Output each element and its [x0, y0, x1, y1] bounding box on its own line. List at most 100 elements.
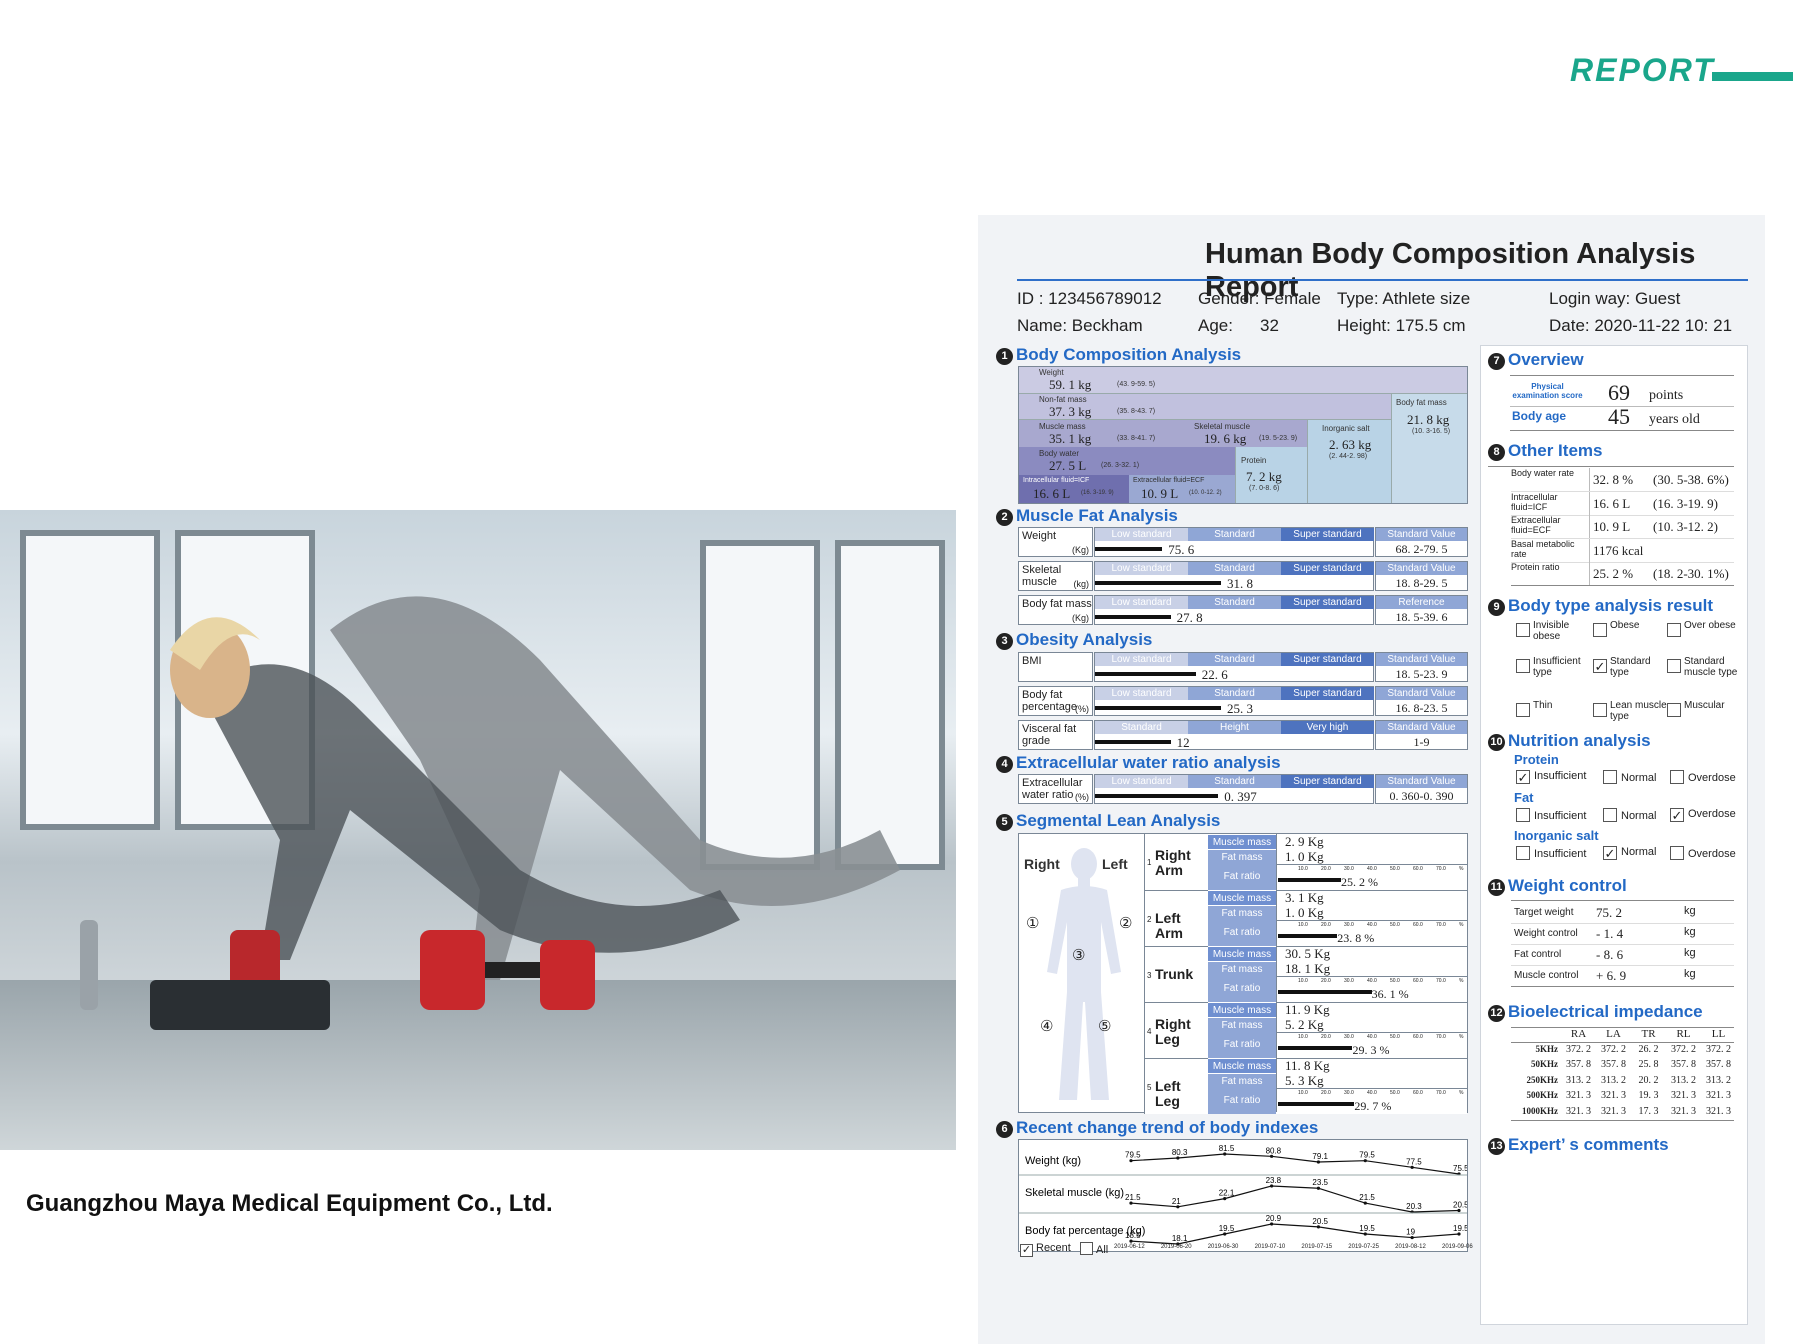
nutrition-option-label: Normal	[1621, 772, 1657, 784]
nutrition-option[interactable]: Normal	[1603, 770, 1656, 784]
nutrition-checkbox[interactable]	[1670, 846, 1684, 860]
trend-data-label: 18.1	[1172, 1234, 1188, 1243]
company-name: Guangzhou Maya Medical Equipment Co., Lt…	[26, 1190, 553, 1217]
body-type-checkbox[interactable]	[1667, 623, 1681, 637]
other-item-rule	[1511, 585, 1734, 586]
other-item-value: 1176 kcal	[1593, 542, 1644, 558]
gauge-zone-header: Super standard	[1281, 596, 1374, 609]
nutrition-option[interactable]: ✓ Normal	[1603, 846, 1656, 860]
trend-date-tick: 2019-06-12	[1114, 1244, 1145, 1250]
section-title-text: Segmental Lean Analysis	[1016, 811, 1221, 830]
nutrition-checkbox[interactable]	[1670, 770, 1684, 784]
patient-height: Height: 175.5 cm	[1337, 316, 1466, 335]
nutrition-checkbox[interactable]: ✓	[1603, 846, 1617, 860]
impedance-col-header: LL	[1711, 1028, 1726, 1040]
impedance-frequency: 500KHz	[1526, 1090, 1559, 1101]
body-type-checkbox[interactable]	[1516, 703, 1530, 717]
body-type-checkbox[interactable]	[1516, 623, 1530, 637]
segment-marker-2: ②	[1119, 915, 1133, 932]
body-type-checkbox[interactable]	[1593, 623, 1607, 637]
section-expert-title: 13 Expert’ s comments	[1488, 1135, 1669, 1155]
nutrition-checkbox[interactable]	[1603, 770, 1617, 784]
body-silhouette-icon	[1047, 848, 1121, 1100]
standard-value-header: Standard Value	[1376, 687, 1467, 700]
weight-control-value: - 8. 6	[1596, 947, 1624, 962]
impedance-cell: 20. 2	[1638, 1074, 1659, 1086]
ratio-tick: %	[1459, 922, 1464, 928]
nutrition-option[interactable]: Insufficient	[1516, 808, 1586, 822]
segment-key: Fat mass	[1208, 849, 1276, 864]
segmental-box: Right Left ① ② ③ ④ ⑤ 1 Right Arm Muscle ma…	[1018, 833, 1468, 1114]
trend-date-tick: 2019-07-10	[1254, 1244, 1286, 1250]
nutrition-option[interactable]: Normal	[1603, 808, 1656, 822]
segment-key: Muscle mass	[1208, 946, 1276, 961]
body-type-checkbox[interactable]: ✓	[1593, 659, 1607, 673]
body-age-unit: years old	[1649, 412, 1700, 427]
impedance-cell: 321. 3	[1601, 1090, 1626, 1102]
trend-data-label: 23.8	[1266, 1176, 1282, 1185]
trend-all-toggle[interactable]: All	[1080, 1242, 1108, 1256]
trend-date-tick: 2019-06-20	[1160, 1244, 1192, 1250]
nutrition-option[interactable]: Overdose	[1670, 770, 1736, 784]
segment-number: 1	[1147, 858, 1152, 867]
trend-data-label: 77.5	[1406, 1157, 1422, 1166]
water-range: (26. 3-32. 1)	[1101, 462, 1140, 469]
segment-number: 2	[1147, 915, 1152, 924]
report-date: Date: 2020-11-22 10: 21	[1549, 316, 1733, 335]
nutrition-checkbox[interactable]: ✓	[1516, 770, 1530, 784]
nutrition-checkbox[interactable]	[1516, 846, 1530, 860]
all-label: All	[1096, 1244, 1109, 1256]
ratio-tick: 60.0	[1413, 978, 1423, 984]
nutrition-checkbox[interactable]	[1603, 808, 1617, 822]
section-muscle-fat-title: 2 Muscle Fat Analysis	[996, 506, 1178, 526]
other-item-divider	[1589, 468, 1590, 491]
section-trend-title: 6 Recent change trend of body indexes	[996, 1118, 1318, 1138]
other-item-value: 16. 6 L	[1593, 495, 1631, 511]
trend-series-label: Weight (kg)	[1025, 1155, 1081, 1167]
segment-ratio-bar	[1278, 934, 1338, 938]
body-type-checkbox[interactable]	[1667, 703, 1681, 717]
weight-control-unit: kg	[1684, 968, 1696, 980]
other-item-label: Body water rate	[1511, 468, 1575, 478]
nutrition-option[interactable]: ✓ Insufficient	[1516, 770, 1586, 784]
section-number-badge: 12	[1488, 1005, 1505, 1022]
standard-value-cell: Standard Value 18. 8-29. 5	[1375, 561, 1468, 591]
body-type-checkbox[interactable]	[1516, 659, 1530, 673]
trend-recent-toggle[interactable]: ✓ Recent	[1020, 1242, 1071, 1257]
section-title-text: Other Items	[1508, 441, 1603, 460]
nutrition-option[interactable]: Overdose	[1670, 846, 1736, 860]
nutrition-checkbox[interactable]	[1516, 808, 1530, 822]
weight-control-label: Muscle control	[1514, 970, 1579, 981]
standard-value: 68. 2-79. 5	[1395, 542, 1448, 556]
all-checkbox[interactable]	[1080, 1242, 1093, 1255]
gauge-bar	[1095, 581, 1221, 585]
section-title-text: Body Composition Analysis	[1016, 345, 1242, 364]
section-title-text: Recent change trend of body indexes	[1016, 1118, 1319, 1137]
ratio-tick: 30.0	[1344, 866, 1354, 872]
body-type-checkbox[interactable]	[1667, 659, 1681, 673]
segment-row-rule	[1276, 946, 1467, 947]
ratio-tick: 40.0	[1367, 922, 1377, 928]
section-overview-title: 7 Overview	[1488, 350, 1584, 370]
segment-key: Fat ratio	[1208, 976, 1276, 1002]
segment-key: Fat ratio	[1208, 864, 1276, 890]
nutrition-option[interactable]: Insufficient	[1516, 846, 1586, 860]
score-label: Physical examination score	[1512, 382, 1583, 400]
trend-data-label: 21.5	[1125, 1193, 1141, 1202]
nutrition-checkbox[interactable]: ✓	[1670, 808, 1684, 822]
gauge-label-cell: Extracellular water ratio (%)	[1018, 774, 1093, 804]
section-body-type-title: 9 Body type analysis result	[1488, 596, 1713, 616]
nutrition-option-label: Insufficient	[1534, 810, 1587, 822]
ratio-tick: 70.0	[1436, 978, 1446, 984]
ratio-tick: 70.0	[1436, 866, 1446, 872]
fitness-photo	[0, 510, 956, 1150]
recent-checkbox[interactable]: ✓	[1020, 1244, 1033, 1257]
body-type-checkbox[interactable]	[1593, 703, 1607, 717]
ratio-tick: 20.0	[1321, 922, 1331, 928]
ratio-tick: 50.0	[1390, 1090, 1400, 1096]
ecf-value: 10. 9 L	[1141, 486, 1179, 501]
ratio-tick: 70.0	[1436, 922, 1446, 928]
gauge-label-cell: BMI	[1018, 652, 1093, 682]
nutrition-option[interactable]: ✓ Overdose	[1670, 808, 1736, 822]
segment-number: 4	[1147, 1027, 1152, 1036]
